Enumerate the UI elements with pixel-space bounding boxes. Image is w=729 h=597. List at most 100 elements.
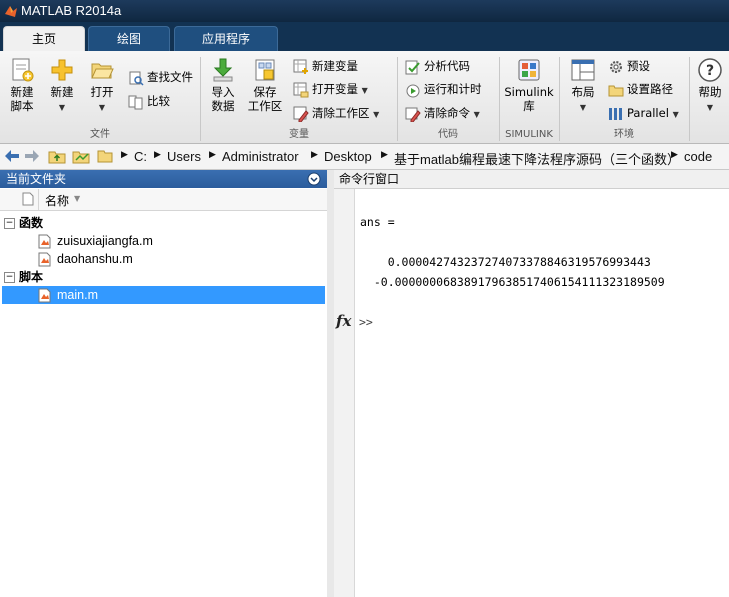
file-name: daohanshu.m bbox=[57, 252, 133, 266]
chevron-down-icon: ▼ bbox=[672, 110, 679, 119]
group-functions-label: 函数 bbox=[19, 216, 44, 230]
breadcrumb-code[interactable]: code bbox=[684, 149, 712, 164]
new-script-button[interactable]: 新建 脚本 bbox=[4, 57, 40, 113]
current-folder-panel: 当前文件夹 名称 ▼ − 函数 zuisuxiajiangfa.m daohan… bbox=[0, 170, 328, 597]
gear-icon bbox=[610, 60, 622, 73]
file-item[interactable]: zuisuxiajiangfa.m bbox=[0, 232, 327, 250]
path-separator-icon: ▶ bbox=[209, 150, 216, 160]
analyze-code-icon bbox=[405, 60, 420, 74]
compare-icon bbox=[128, 95, 143, 109]
clear-commands-icon bbox=[405, 107, 421, 122]
compare-button[interactable]: 比较 bbox=[128, 91, 170, 111]
parallel-button[interactable]: Parallel ▼ bbox=[608, 103, 679, 123]
chevron-down-icon: ▼ bbox=[361, 86, 368, 95]
group-functions[interactable]: − 函数 bbox=[0, 214, 327, 232]
run-and-time-icon bbox=[406, 84, 420, 97]
up-folder-icon[interactable] bbox=[48, 148, 66, 164]
simulink-library-button[interactable]: Simulink 库 bbox=[503, 57, 555, 113]
clear-workspace-icon bbox=[293, 106, 309, 122]
find-files-label: 查找文件 bbox=[147, 70, 193, 84]
panel-menu-icon[interactable] bbox=[307, 172, 321, 186]
file-name: zuisuxiajiangfa.m bbox=[57, 234, 153, 248]
set-path-label: 设置路径 bbox=[627, 82, 673, 96]
back-arrow-icon[interactable] bbox=[4, 149, 20, 163]
run-and-time-button[interactable]: 运行和计时 bbox=[405, 79, 482, 99]
analyze-code-button[interactable]: 分析代码 bbox=[405, 56, 470, 76]
save-workspace-button[interactable]: 保存 工作区 bbox=[246, 57, 284, 113]
tab-home[interactable]: 主页 bbox=[3, 26, 85, 51]
column-header-row: 名称 ▼ bbox=[0, 189, 327, 211]
command-window-header: 命令行窗口 bbox=[334, 170, 729, 189]
fx-function-browser-icon[interactable]: fx bbox=[336, 312, 351, 330]
save-workspace-icon bbox=[255, 59, 275, 81]
preferences-label: 预设 bbox=[627, 59, 650, 73]
path-separator-icon: ▶ bbox=[121, 150, 128, 160]
preferences-button[interactable]: 预设 bbox=[608, 56, 650, 76]
new-label: 新建 bbox=[50, 85, 74, 99]
current-folder-title: 当前文件夹 bbox=[6, 172, 67, 186]
simulink-library-icon bbox=[518, 59, 540, 81]
variable-group-label: 变量 bbox=[289, 129, 309, 140]
open-variable-button[interactable]: 打开变量 ▼ bbox=[293, 79, 368, 99]
find-files-icon bbox=[129, 71, 144, 86]
new-button[interactable]: 新建 ▼ bbox=[47, 57, 77, 115]
collapse-icon[interactable]: − bbox=[4, 218, 15, 229]
command-input[interactable] bbox=[359, 310, 727, 332]
set-path-icon bbox=[608, 85, 624, 96]
name-column-header[interactable]: 名称 bbox=[45, 192, 69, 209]
collapse-icon[interactable]: − bbox=[4, 272, 15, 283]
window-title: MATLAB R2014a bbox=[21, 3, 122, 18]
browse-folder-icon[interactable] bbox=[72, 148, 90, 164]
sort-chevron-icon[interactable]: ▼ bbox=[74, 194, 80, 203]
open-variable-label: 打开变量 bbox=[312, 82, 358, 96]
file-item[interactable]: daohanshu.m bbox=[0, 250, 327, 268]
clear-commands-button[interactable]: 清除命令 ▼ bbox=[405, 103, 480, 123]
chevron-down-icon: ▼ bbox=[98, 103, 106, 112]
import-data-button[interactable]: 导入 数据 bbox=[206, 57, 240, 113]
help-button[interactable]: ? 帮助 ▼ bbox=[694, 57, 726, 115]
environment-group-label: 环境 bbox=[614, 129, 634, 140]
chevron-down-icon: ▼ bbox=[373, 110, 380, 119]
title-bar: MATLAB R2014a bbox=[0, 0, 729, 22]
output-line: ans = bbox=[360, 215, 395, 229]
svg-text:?: ? bbox=[706, 63, 714, 79]
chevron-down-icon: ▼ bbox=[58, 103, 66, 112]
layout-button[interactable]: 布局 ▼ bbox=[566, 57, 600, 115]
set-path-button[interactable]: 设置路径 bbox=[608, 79, 673, 99]
new-variable-label: 新建变量 bbox=[312, 59, 358, 73]
clear-workspace-button[interactable]: 清除工作区 ▼ bbox=[293, 103, 379, 123]
panel-splitter[interactable] bbox=[327, 170, 334, 597]
new-variable-button[interactable]: 新建变量 bbox=[293, 56, 358, 76]
group-scripts[interactable]: − 脚本 bbox=[0, 268, 327, 286]
tab-plots[interactable]: 绘图 bbox=[88, 26, 170, 51]
breadcrumb-administrator[interactable]: Administrator bbox=[222, 149, 299, 164]
breadcrumb-desktop[interactable]: Desktop bbox=[324, 149, 372, 164]
folder-open-icon bbox=[91, 63, 114, 79]
file-item-selected[interactable]: main.m bbox=[2, 286, 325, 304]
tab-apps[interactable]: 应用程序 bbox=[174, 26, 278, 51]
folder-icon bbox=[97, 150, 113, 163]
open-label: 打开 bbox=[90, 85, 114, 99]
import-data-icon bbox=[213, 58, 233, 82]
chevron-down-icon: ▼ bbox=[473, 110, 480, 119]
group-divider bbox=[689, 57, 690, 141]
find-files-button[interactable]: 查找文件 bbox=[128, 67, 193, 87]
command-window-panel: 命令行窗口 ans = 0.00004274323727407337884631… bbox=[334, 170, 729, 597]
layout-icon bbox=[571, 59, 595, 81]
clear-commands-label: 清除命令 bbox=[424, 106, 470, 120]
forward-arrow-icon[interactable] bbox=[24, 149, 40, 163]
breadcrumb-users[interactable]: Users bbox=[167, 149, 201, 164]
help-icon: ? bbox=[698, 58, 722, 82]
breadcrumb-drive[interactable]: C: bbox=[134, 149, 147, 164]
group-scripts-label: 脚本 bbox=[19, 270, 44, 284]
parallel-label: Parallel bbox=[627, 106, 669, 120]
path-separator-icon: ▶ bbox=[311, 150, 318, 160]
plus-icon bbox=[51, 59, 73, 81]
help-label: 帮助 bbox=[698, 85, 722, 99]
output-line: 0.000042743237274073378846319576993443 bbox=[360, 255, 651, 269]
open-button[interactable]: 打开 ▼ bbox=[87, 57, 117, 115]
breadcrumb-project-folder[interactable]: 基于matlab编程最速下降法程序源码（三个函数） bbox=[394, 149, 680, 168]
command-window-gutter bbox=[334, 189, 355, 597]
file-name: main.m bbox=[57, 288, 98, 302]
ribbon-toolbar: 新建 脚本 新建 ▼ 打开 ▼ 查找文件 比较 文件 导入 数据 保存 工作区 … bbox=[0, 51, 729, 144]
